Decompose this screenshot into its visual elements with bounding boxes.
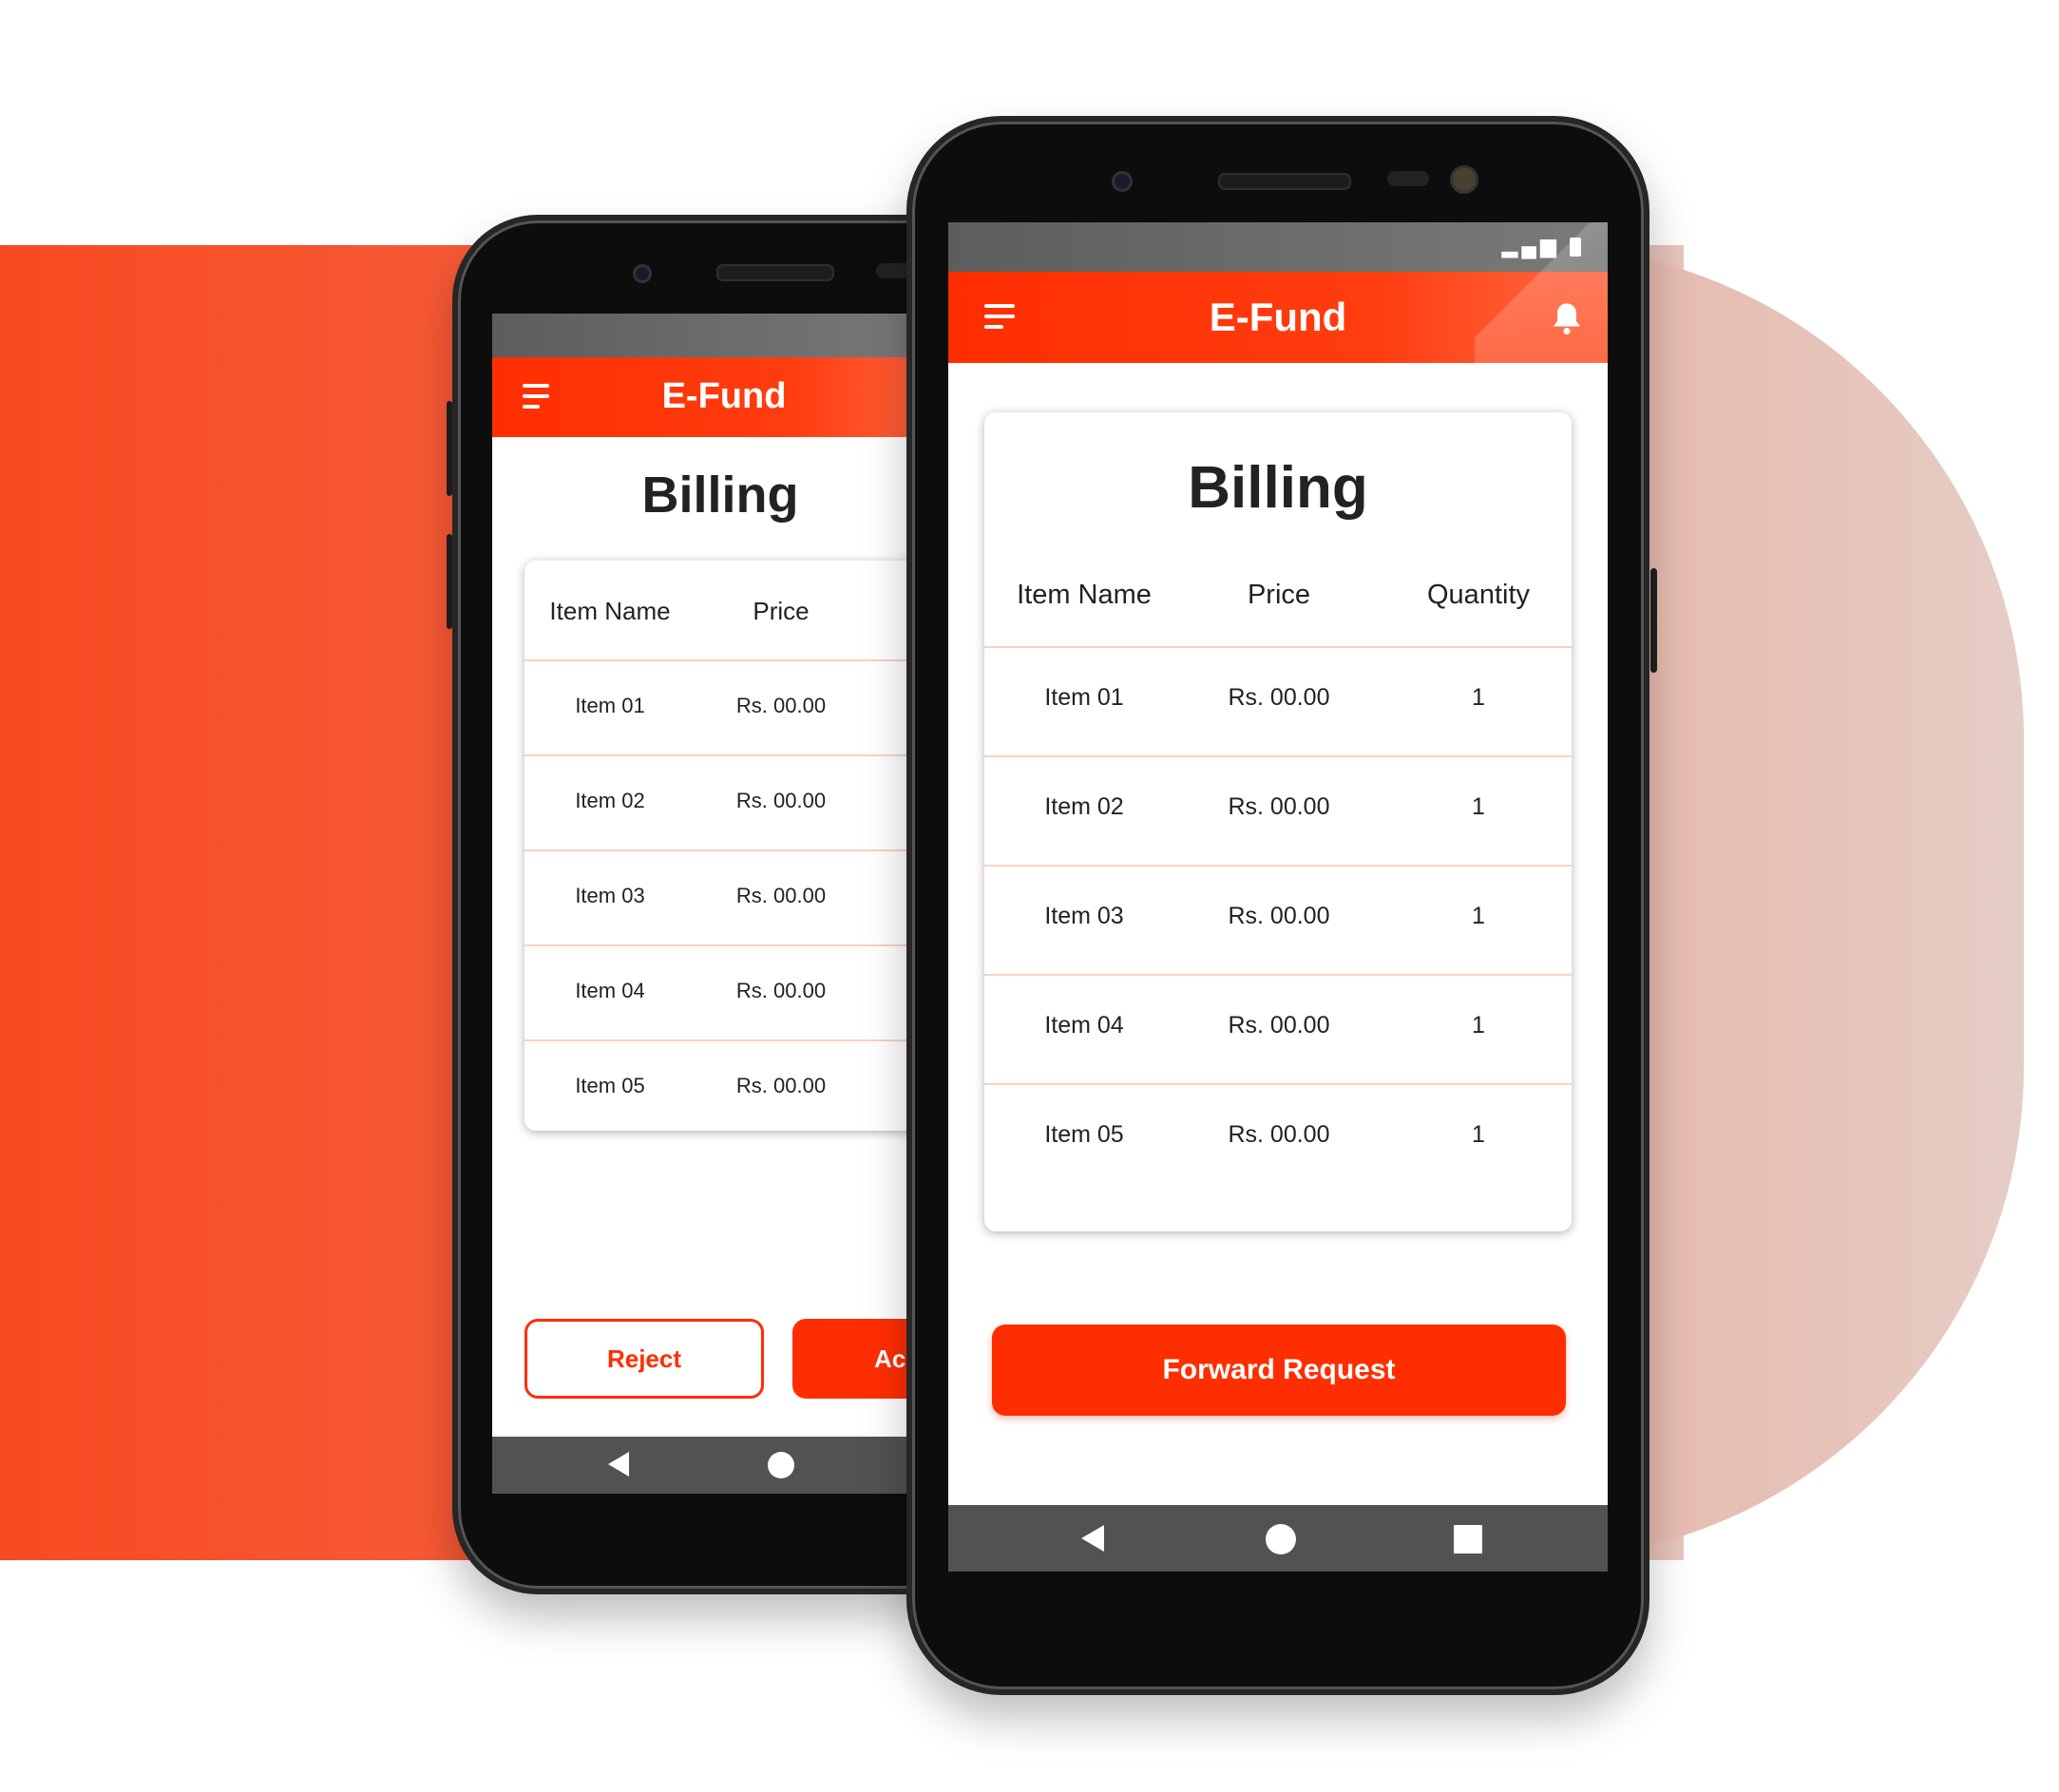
column-header-price: Price [1247, 580, 1311, 610]
nav-home-icon[interactable] [1266, 1524, 1296, 1554]
back-screen: E-Fund Billing Item Name Price Item 01 R… [492, 314, 956, 1494]
battery-icon [1570, 238, 1581, 257]
volume-button [447, 534, 452, 629]
volume-button [447, 401, 452, 496]
table-row[interactable]: Item 02 Rs. 00.00 [524, 754, 956, 851]
power-button [1650, 568, 1657, 673]
item-price: Rs. 00.00 [735, 979, 827, 1002]
item-name: Item 01 [575, 694, 645, 717]
forward-request-button[interactable]: Forward Request [992, 1325, 1566, 1416]
table-header: Item Name Price [524, 561, 956, 661]
item-name: Item 03 [575, 884, 645, 907]
item-price: Rs. 00.00 [735, 884, 827, 907]
item-quantity: 1 [1472, 793, 1485, 820]
column-header-item-name: Item Name [549, 597, 671, 625]
table-row[interactable]: Item 01 Rs. 00.00 1 [984, 646, 1572, 757]
item-name: Item 02 [575, 789, 645, 812]
android-nav-bar [492, 1437, 956, 1494]
item-name: Item 03 [1044, 903, 1124, 929]
front-camera [1112, 171, 1133, 192]
bell-icon[interactable] [1551, 300, 1583, 336]
front-screen: ▂▄▆ E-Fund Billing Item Name Price Quant… [948, 222, 1608, 1572]
front-phone: ▂▄▆ E-Fund Billing Item Name Price Quant… [906, 116, 1657, 1695]
table-row[interactable]: Item 04 Rs. 00.00 [524, 944, 956, 1041]
item-price: Rs. 00.00 [1228, 1012, 1330, 1039]
item-price: Rs. 00.00 [1228, 684, 1330, 711]
billing-table: Billing Item Name Price Quantity Item 01… [984, 412, 1572, 1231]
item-price: Rs. 00.00 [1228, 793, 1330, 820]
item-name: Item 04 [575, 979, 645, 1002]
column-header-item-name: Item Name [1017, 580, 1152, 610]
nav-recent-icon[interactable] [1454, 1525, 1482, 1554]
front-camera [633, 264, 652, 283]
item-price: Rs. 00.00 [1228, 1121, 1330, 1148]
table-row[interactable]: Item 01 Rs. 00.00 [524, 659, 956, 756]
table-row[interactable]: Item 05 Rs. 00.00 [524, 1039, 956, 1134]
flash-sensor [1450, 165, 1478, 194]
signal-icon: ▂▄▆ [1501, 234, 1560, 257]
table-row[interactable]: Item 03 Rs. 00.00 1 [984, 865, 1572, 976]
item-price: Rs. 00.00 [735, 1074, 827, 1097]
table-row[interactable]: Item 05 Rs. 00.00 1 [984, 1083, 1572, 1192]
reject-button[interactable]: Reject [524, 1319, 764, 1399]
item-price: Rs. 00.00 [735, 789, 827, 812]
page-title: Billing [641, 467, 799, 524]
item-quantity: 1 [1472, 903, 1485, 929]
page-title: Billing [1188, 455, 1368, 521]
app-bar: E-Fund [948, 272, 1608, 363]
nav-home-icon[interactable] [768, 1452, 794, 1478]
proximity-sensor [1387, 171, 1429, 186]
item-name: Item 05 [575, 1074, 645, 1097]
item-name: Item 05 [1044, 1121, 1124, 1148]
status-icons: ▂▄▆ [1501, 234, 1581, 258]
table-header: Item Name Price Quantity [984, 534, 1572, 648]
earpiece-speaker [716, 264, 834, 281]
item-price: Rs. 00.00 [1228, 903, 1330, 929]
app-title: E-Fund [661, 376, 787, 416]
item-quantity: 1 [1472, 684, 1485, 711]
status-bar [492, 314, 956, 357]
app-bar: E-Fund [492, 357, 956, 437]
nav-back-icon[interactable] [1081, 1525, 1104, 1552]
item-name: Item 01 [1044, 684, 1124, 711]
column-header-price: Price [753, 597, 810, 625]
table-row[interactable]: Item 04 Rs. 00.00 1 [984, 974, 1572, 1085]
android-nav-bar [948, 1505, 1608, 1572]
item-quantity: 1 [1472, 1012, 1485, 1039]
billing-table: Item Name Price Item 01 Rs. 00.00 Item 0… [524, 561, 956, 1131]
nav-back-icon[interactable] [608, 1452, 629, 1477]
item-price: Rs. 00.00 [735, 694, 827, 717]
app-title: E-Fund [1209, 295, 1347, 339]
earpiece-speaker [1218, 173, 1351, 190]
item-name: Item 02 [1044, 793, 1124, 820]
item-quantity: 1 [1472, 1121, 1485, 1148]
table-row[interactable]: Item 02 Rs. 00.00 1 [984, 755, 1572, 867]
item-name: Item 04 [1044, 1012, 1124, 1039]
status-bar: ▂▄▆ [948, 222, 1608, 272]
table-row[interactable]: Item 03 Rs. 00.00 [524, 849, 956, 946]
column-header-quantity: Quantity [1427, 580, 1530, 610]
